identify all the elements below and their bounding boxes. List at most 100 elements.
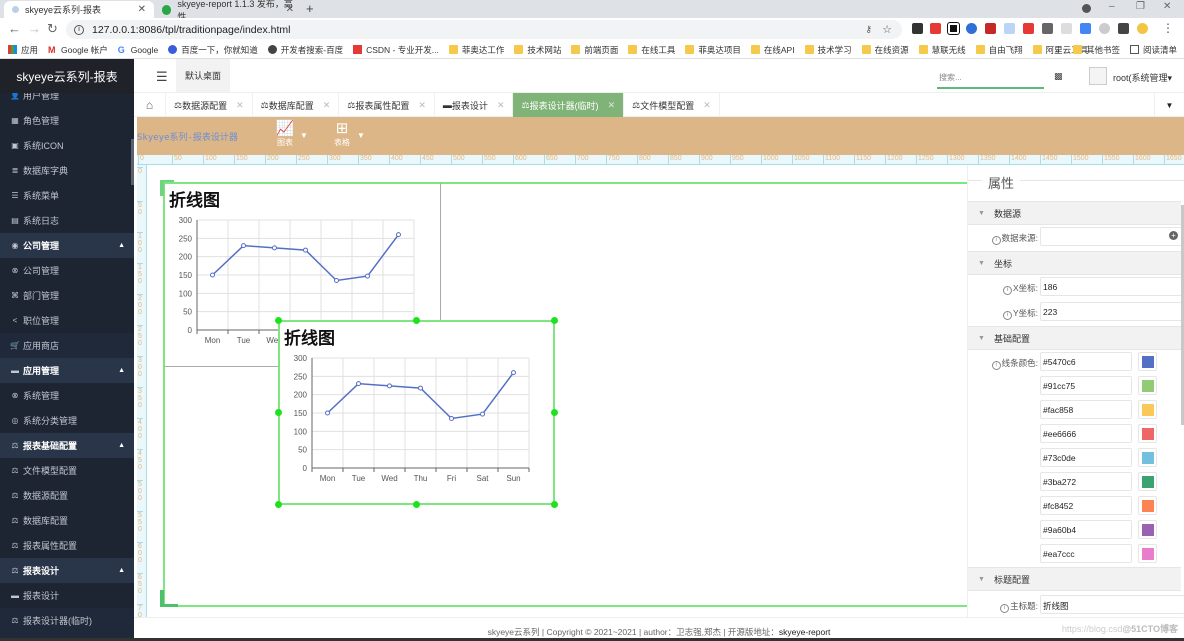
expand-caret-icon[interactable]: ▲ bbox=[118, 367, 125, 374]
line-chart-widget-selected[interactable]: 折线图 0 50 100 150 200 250 300 Mon Tue Wed Thu Fri Sat… bbox=[278, 320, 555, 505]
sidebar-item[interactable]: ◎ 系统分类管理 bbox=[0, 408, 134, 433]
more-bookmarks-icon[interactable]: » bbox=[1055, 45, 1060, 55]
close-tab-icon[interactable]: ✕ bbox=[703, 100, 711, 111]
avatar[interactable] bbox=[1089, 67, 1107, 85]
bookmark-folder[interactable]: 在线工具 bbox=[628, 44, 675, 56]
table-dropdown-icon[interactable]: ▼ bbox=[357, 131, 365, 140]
info-icon[interactable]: i bbox=[74, 24, 84, 35]
bookmark-apps[interactable]: 应用 bbox=[8, 44, 38, 56]
tab-report-designer-temp[interactable]: ⚖ 报表设计器(临时) ✕ bbox=[513, 93, 625, 117]
section-title-config[interactable]: ▼ 标题配置 bbox=[968, 567, 1181, 591]
color-picker[interactable] bbox=[1138, 448, 1157, 467]
close-tab-icon[interactable]: ✕ bbox=[418, 100, 426, 111]
sidebar-item[interactable]: ⚖ 报表设计器(临时) bbox=[0, 608, 134, 633]
translate-icon[interactable] bbox=[1080, 23, 1091, 34]
sidebar-item[interactable]: ⚖ 数据源配置 bbox=[0, 483, 134, 508]
sidebar-item[interactable]: 🛒 应用商店 bbox=[0, 333, 134, 358]
bookmark-folder[interactable]: 自由飞翔 bbox=[975, 44, 1023, 56]
close-tab-icon[interactable]: ✕ bbox=[497, 100, 505, 111]
datasource-input[interactable]: + bbox=[1040, 227, 1184, 246]
color-picker[interactable] bbox=[1138, 400, 1157, 419]
y-coordinate-input[interactable]: 223 bbox=[1040, 302, 1184, 321]
key-icon[interactable]: ⚷ bbox=[865, 24, 872, 35]
sidebar-item[interactable]: ▤ 系统日志 bbox=[0, 208, 134, 233]
resize-handle-s[interactable] bbox=[413, 501, 420, 508]
bookmark-folder[interactable]: 菲奥达项目 bbox=[685, 44, 741, 56]
expand-caret-icon[interactable]: ▲ bbox=[118, 567, 125, 574]
color-picker[interactable] bbox=[1138, 472, 1157, 491]
resize-handle-n[interactable] bbox=[413, 317, 420, 324]
reload-button[interactable]: ↻ bbox=[47, 21, 58, 37]
menu-toggle-icon[interactable]: ☰ bbox=[156, 69, 168, 85]
chart-button[interactable]: 📈 图表 bbox=[268, 121, 302, 148]
bookmark[interactable]: CSDN - 专业开发... bbox=[353, 44, 439, 56]
color-picker[interactable] bbox=[1138, 520, 1157, 539]
close-tab-icon[interactable]: ✕ bbox=[608, 100, 616, 111]
sidebar-item[interactable]: ≣ 数据库字典 bbox=[0, 158, 134, 183]
color-picker[interactable] bbox=[1138, 352, 1157, 371]
sidebar-item[interactable]: 👤 用户管理 bbox=[0, 93, 134, 108]
extension-icon[interactable] bbox=[1004, 23, 1015, 34]
more-menu-icon[interactable]: ⋮ bbox=[1162, 21, 1174, 35]
extension-icon[interactable] bbox=[985, 23, 996, 34]
extension-icon[interactable] bbox=[966, 23, 977, 34]
extension-icon[interactable] bbox=[930, 23, 941, 34]
color-input[interactable]: #9a60b4 bbox=[1040, 520, 1132, 539]
color-picker[interactable] bbox=[1138, 544, 1157, 563]
bookmark-folder[interactable]: 技术网站 bbox=[514, 44, 561, 56]
sidebar-item[interactable]: ▣ 系统ICON bbox=[0, 133, 134, 158]
color-picker[interactable] bbox=[1138, 424, 1157, 443]
color-input[interactable]: #5470c6 bbox=[1040, 352, 1132, 371]
add-icon[interactable]: + bbox=[1169, 231, 1178, 240]
color-input[interactable]: #ee6666 bbox=[1040, 424, 1132, 443]
restore-button[interactable]: ❐ bbox=[1136, 1, 1145, 12]
extension-icon[interactable] bbox=[912, 23, 923, 34]
new-tab-button[interactable]: + bbox=[306, 1, 314, 16]
browser-tab-active[interactable]: skyeye云系列-报表 ✕ bbox=[4, 1, 154, 18]
sidebar-item[interactable]: ▬ 报表设计 bbox=[0, 583, 134, 608]
close-tab-icon[interactable]: ✕ bbox=[286, 4, 294, 15]
bookmark[interactable]: 开发者搜索-百度 bbox=[267, 44, 343, 56]
x-coordinate-input[interactable]: 186 bbox=[1040, 277, 1184, 296]
sidebar-item[interactable]: ⌘ 部门管理 bbox=[0, 283, 134, 308]
browser-tab[interactable]: skyeye-report 1.1.3 发布，高性 ✕ bbox=[154, 0, 302, 22]
tab-datasource-config[interactable]: ⚖ 数据源配置 ✕ bbox=[166, 93, 253, 117]
reading-list-button[interactable]: 阅读清单 bbox=[1130, 44, 1177, 56]
extension-icon[interactable] bbox=[1023, 23, 1034, 34]
bookmark[interactable]: 百度一下，你就知道 bbox=[168, 44, 258, 56]
section-datasource[interactable]: ▼ 数据源 bbox=[968, 201, 1181, 225]
avatar-icon[interactable] bbox=[1137, 23, 1148, 34]
bookmark[interactable]: M Google 帐户 bbox=[48, 44, 108, 56]
sidebar-item[interactable]: ⚖ 报表基础配置 ▲ bbox=[0, 433, 134, 458]
tab-database-config[interactable]: ⚖ 数据库配置 ✕ bbox=[253, 93, 340, 117]
star-icon[interactable]: ☆ bbox=[882, 23, 892, 36]
color-input[interactable]: #fc8452 bbox=[1040, 496, 1132, 515]
extension-icon[interactable] bbox=[1099, 23, 1110, 34]
resize-handle-sw[interactable] bbox=[275, 501, 282, 508]
tab-report-attr-config[interactable]: ⚖ 报表属性配置 ✕ bbox=[339, 93, 435, 117]
sidebar-item[interactable]: ☰ 系统菜单 bbox=[0, 183, 134, 208]
color-input[interactable]: #ea7ccc bbox=[1040, 544, 1132, 563]
sidebar-item[interactable]: ▦ 角色管理 bbox=[0, 108, 134, 133]
tabs-dropdown-icon[interactable]: ▼ bbox=[1154, 93, 1184, 117]
sidebar-scrollbar[interactable] bbox=[131, 139, 134, 185]
design-canvas[interactable]: 折线图 050100150200250300MonTueWedThuFriSat… bbox=[147, 165, 983, 625]
section-basic[interactable]: ▼ 基础配置 bbox=[968, 326, 1181, 350]
expand-caret-icon[interactable]: ▲ bbox=[118, 242, 125, 249]
search-input[interactable]: 搜索... bbox=[937, 67, 1044, 89]
back-button[interactable]: ← bbox=[8, 21, 21, 36]
bookmark[interactable]: G Google bbox=[118, 45, 158, 56]
qrcode-icon[interactable]: ▩ bbox=[1054, 71, 1063, 82]
tab-file-model-config[interactable]: ⚖ 文件模型配置 ✕ bbox=[624, 93, 720, 117]
sidebar-item[interactable]: ▬ 应用管理 ▲ bbox=[0, 358, 134, 383]
main-title-input[interactable]: 折线图 bbox=[1040, 595, 1184, 614]
close-window-button[interactable]: ✕ bbox=[1163, 1, 1171, 12]
sidebar-item[interactable]: ⚖ 数据库配置 bbox=[0, 508, 134, 533]
color-input[interactable]: #fac858 bbox=[1040, 400, 1132, 419]
extension-icon[interactable] bbox=[1042, 23, 1053, 34]
url-input[interactable]: i 127.0.0.1:8086/tpl/traditionpage/index… bbox=[66, 20, 902, 39]
home-icon[interactable]: ⌂ bbox=[134, 93, 166, 117]
footer-link[interactable]: skyeye-report bbox=[779, 627, 831, 637]
sidebar-item[interactable]: ⊗ 公司管理 bbox=[0, 258, 134, 283]
extension-icon[interactable] bbox=[1061, 23, 1072, 34]
